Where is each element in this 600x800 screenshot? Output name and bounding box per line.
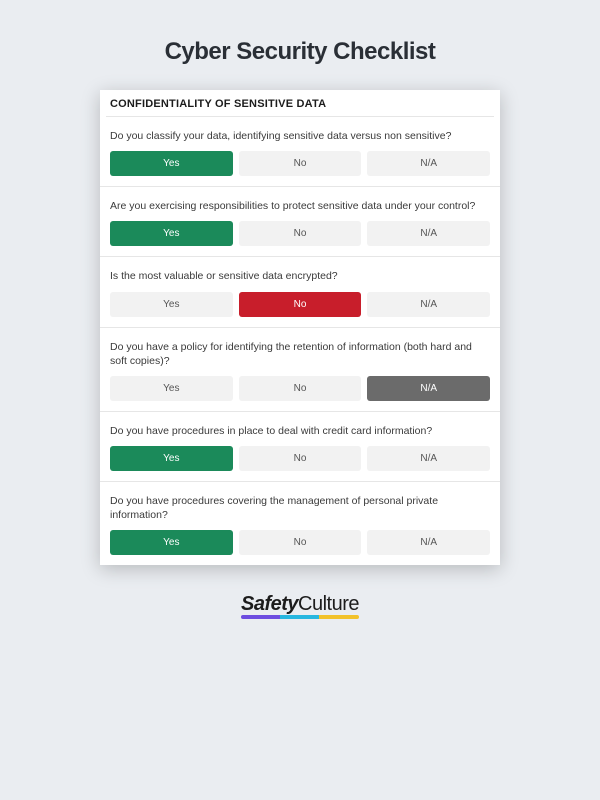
question-block: Do you have a policy for identifying the…	[100, 328, 500, 412]
answer-no-button[interactable]: No	[239, 151, 362, 176]
answer-na-button[interactable]: N/A	[367, 151, 490, 176]
page-title: Cyber Security Checklist	[165, 38, 436, 66]
answer-yes-button[interactable]: Yes	[110, 530, 233, 555]
question-text: Are you exercising responsibilities to p…	[110, 199, 490, 213]
question-block: Do you have procedures covering the mana…	[100, 482, 500, 565]
answer-na-button[interactable]: N/A	[367, 446, 490, 471]
logo-text: SafetyCulture	[241, 593, 359, 616]
answer-row: YesNoN/A	[110, 151, 490, 176]
answer-row: YesNoN/A	[110, 376, 490, 401]
answer-yes-button[interactable]: Yes	[110, 376, 233, 401]
answer-yes-button[interactable]: Yes	[110, 446, 233, 471]
answer-na-button[interactable]: N/A	[367, 376, 490, 401]
answer-na-button[interactable]: N/A	[367, 530, 490, 555]
question-block: Are you exercising responsibilities to p…	[100, 187, 500, 257]
logo-part-culture: Culture	[298, 593, 359, 615]
section-header: CONFIDENTIALITY OF SENSITIVE DATA	[100, 90, 500, 116]
logo-underline	[241, 615, 359, 619]
question-text: Do you have a policy for identifying the…	[110, 340, 490, 368]
answer-yes-button[interactable]: Yes	[110, 221, 233, 246]
question-block: Do you have procedures in place to deal …	[100, 412, 500, 482]
answer-row: YesNoN/A	[110, 292, 490, 317]
answer-na-button[interactable]: N/A	[367, 292, 490, 317]
answer-na-button[interactable]: N/A	[367, 221, 490, 246]
answer-no-button[interactable]: No	[239, 530, 362, 555]
question-text: Is the most valuable or sensitive data e…	[110, 269, 490, 283]
checklist-card: CONFIDENTIALITY OF SENSITIVE DATA Do you…	[100, 90, 500, 565]
question-text: Do you classify your data, identifying s…	[110, 129, 490, 143]
footer-logo: SafetyCulture	[241, 593, 359, 616]
answer-yes-button[interactable]: Yes	[110, 151, 233, 176]
answer-no-button[interactable]: No	[239, 376, 362, 401]
question-text: Do you have procedures in place to deal …	[110, 424, 490, 438]
answer-row: YesNoN/A	[110, 530, 490, 555]
question-text: Do you have procedures covering the mana…	[110, 494, 490, 522]
answer-row: YesNoN/A	[110, 446, 490, 471]
answer-no-button[interactable]: No	[239, 446, 362, 471]
logo-part-safety: Safety	[241, 593, 298, 615]
answer-yes-button[interactable]: Yes	[110, 292, 233, 317]
answer-row: YesNoN/A	[110, 221, 490, 246]
answer-no-button[interactable]: No	[239, 292, 362, 317]
question-block: Is the most valuable or sensitive data e…	[100, 257, 500, 327]
question-block: Do you classify your data, identifying s…	[100, 117, 500, 187]
questions-container: Do you classify your data, identifying s…	[100, 117, 500, 565]
answer-no-button[interactable]: No	[239, 221, 362, 246]
